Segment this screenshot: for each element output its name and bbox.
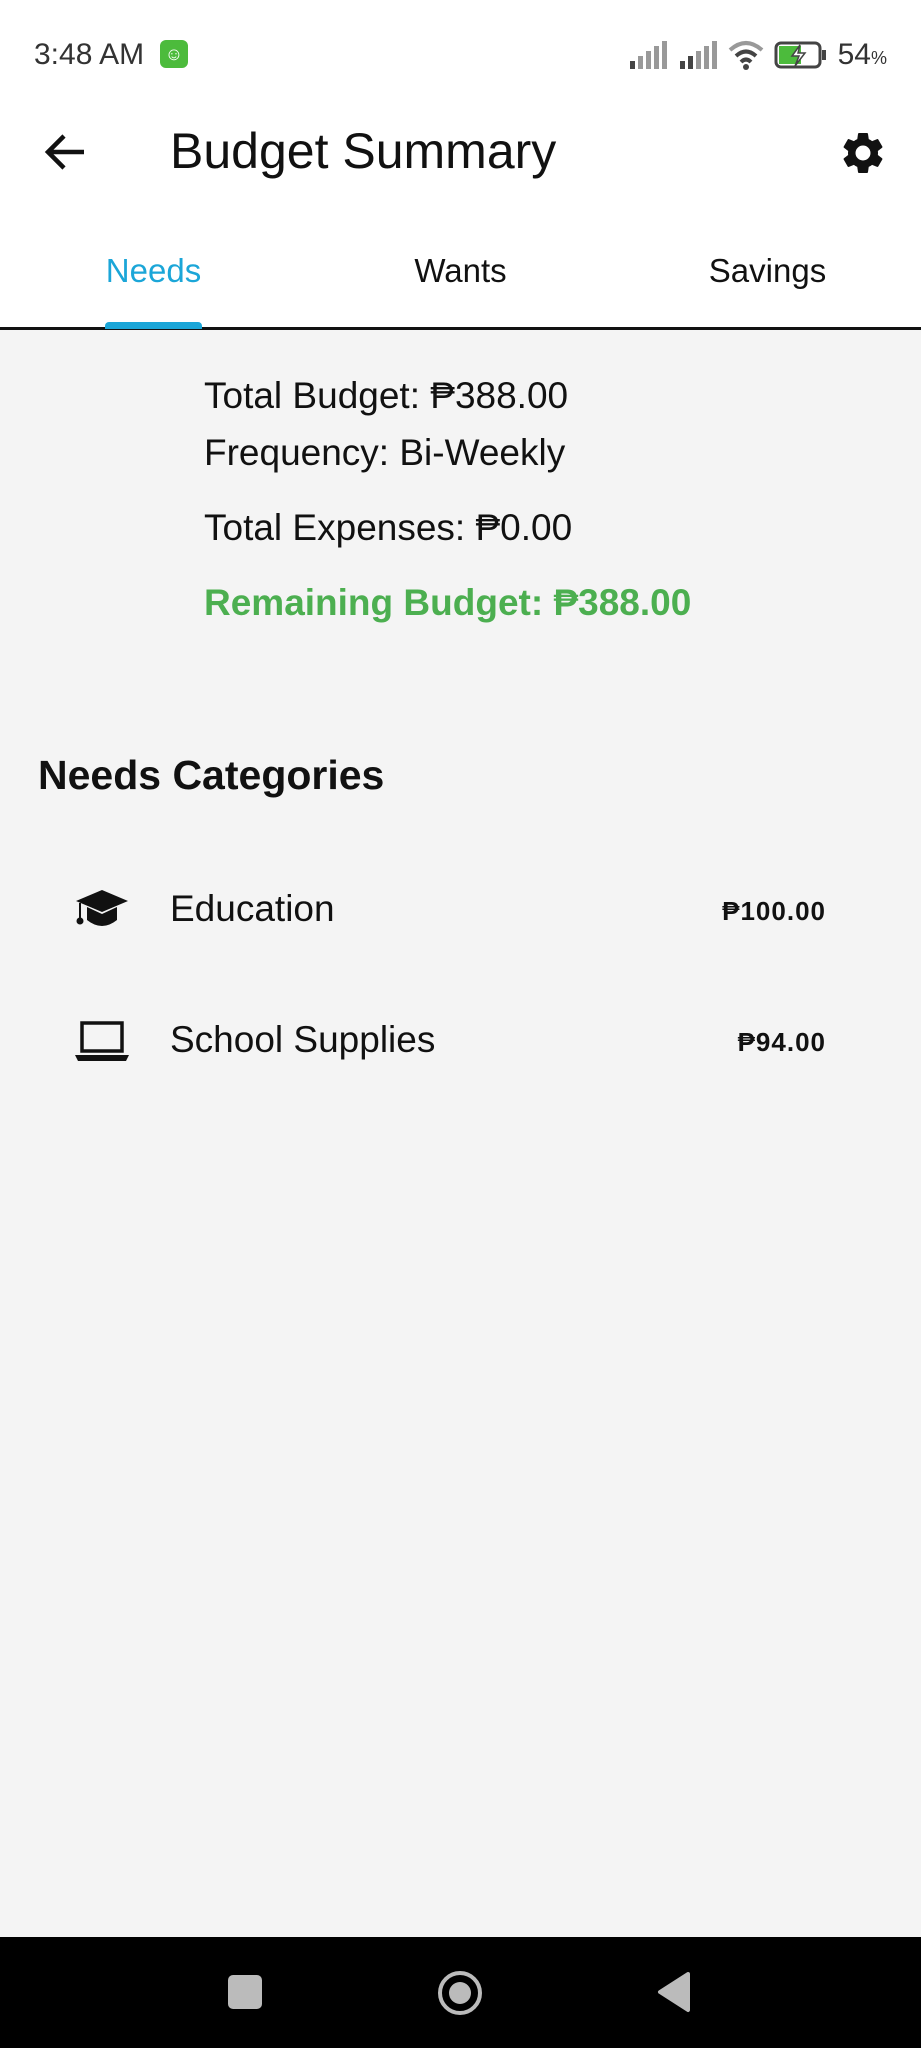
graduation-cap-icon	[76, 890, 128, 926]
battery-icon	[774, 41, 826, 69]
category-amount: ₱100.00	[722, 896, 826, 926]
laptop-icon	[75, 1021, 129, 1061]
status-icons: 54%	[628, 38, 887, 72]
total-expenses: Total Expenses: ₱0.00	[204, 507, 573, 548]
remaining-budget: Remaining Budget: ₱388.00	[204, 582, 692, 623]
tab-needs[interactable]: Needs	[0, 252, 307, 290]
system-nav-bar	[0, 1937, 921, 2048]
settings-gear-icon[interactable]	[838, 128, 888, 178]
signal-icon-2	[679, 41, 717, 69]
back-triangle-icon[interactable]	[656, 1971, 692, 2013]
tab-wants[interactable]: Wants	[307, 252, 614, 290]
wifi-icon	[728, 41, 763, 70]
section-title: Needs Categories	[38, 752, 385, 798]
category-row-school-supplies[interactable]: School Supplies ₱94.00	[0, 991, 921, 1091]
page-title: Budget Summary	[170, 123, 557, 179]
tab-savings[interactable]: Savings	[614, 252, 921, 290]
home-circle-icon[interactable]	[436, 1969, 484, 2017]
category-row-education[interactable]: Education ₱100.00	[0, 860, 921, 960]
status-time: 3:48 AM	[34, 38, 145, 71]
category-amount: ₱94.00	[737, 1027, 826, 1057]
app-notification-icon: ☺	[160, 40, 188, 68]
signal-icon	[629, 41, 667, 69]
category-label: Education	[170, 888, 335, 929]
frequency: Frequency: Bi-Weekly	[204, 432, 566, 473]
header: 3:48 AM ☺ 54% Budget Summary Needs Wants…	[0, 0, 921, 330]
battery-level: 54%	[837, 38, 887, 71]
back-arrow-icon[interactable]	[40, 124, 90, 180]
tab-indicator	[105, 322, 202, 329]
total-budget: Total Budget: ₱388.00	[204, 375, 569, 416]
category-label: School Supplies	[170, 1019, 436, 1060]
recents-square-icon[interactable]	[228, 1975, 262, 2009]
